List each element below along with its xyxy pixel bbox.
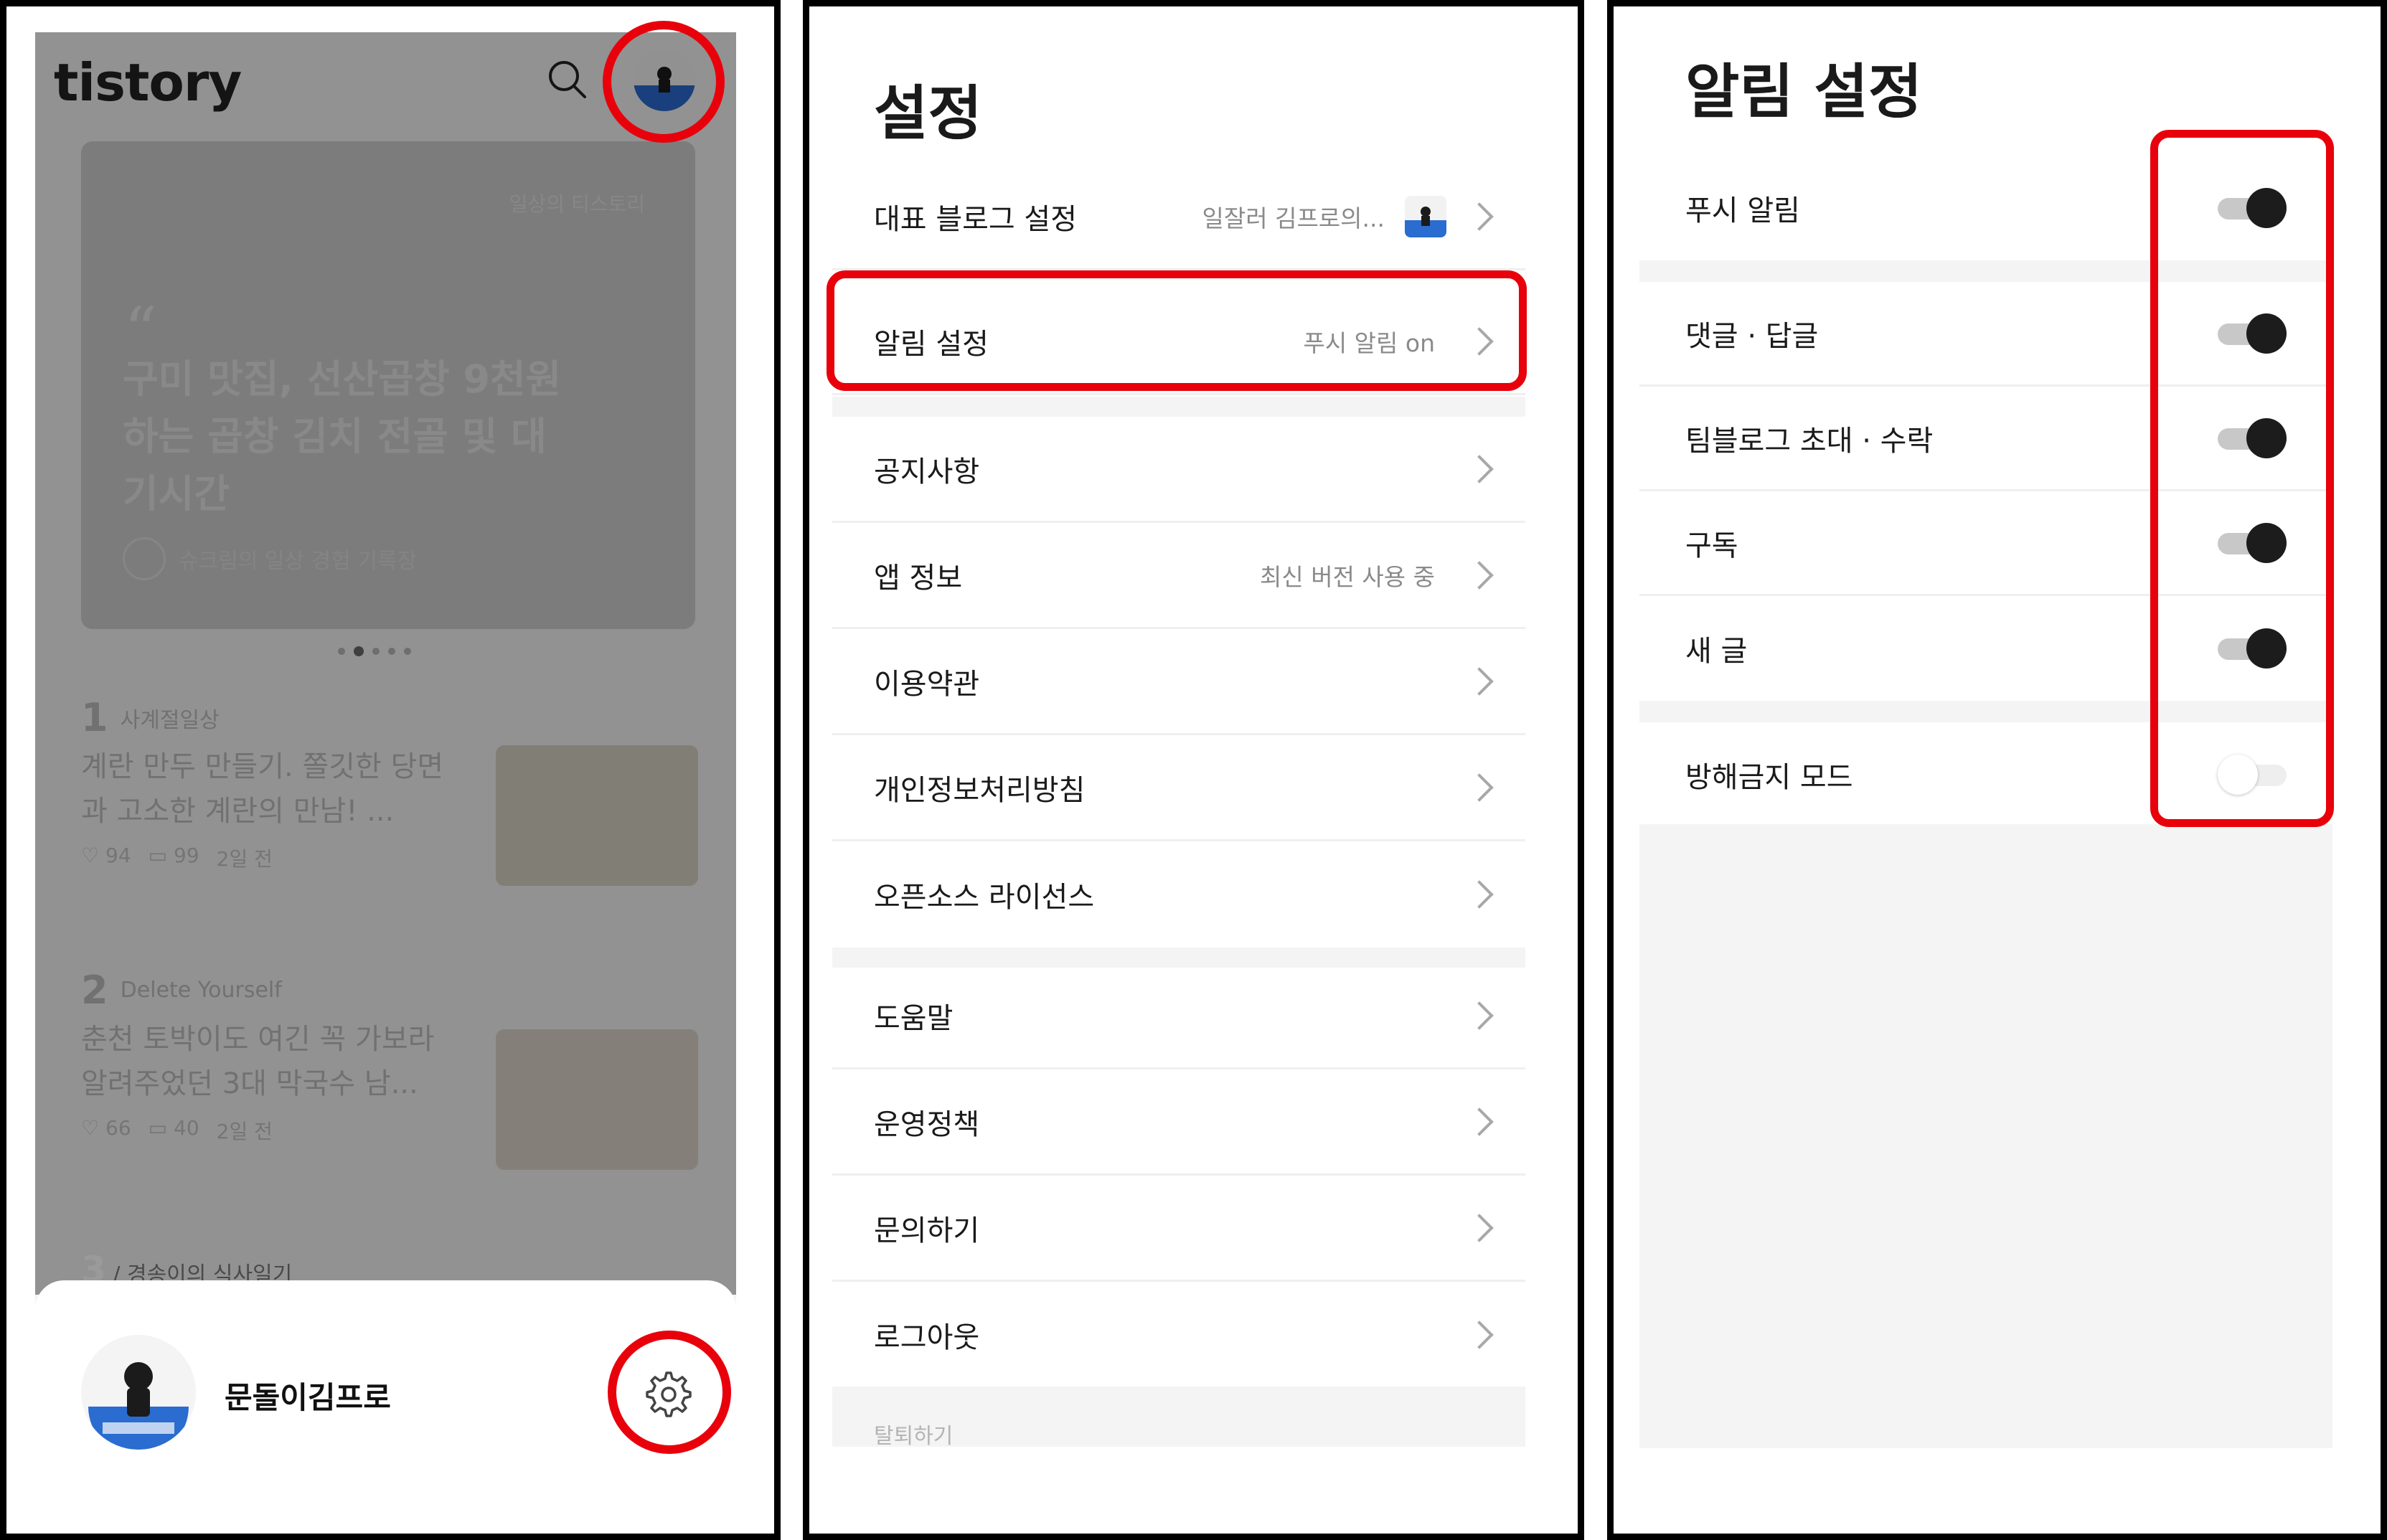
home-screen-panel: tistory 일상의 티스토리 “ 구미 맛집, 선산곱창 9천원하는 곱창 …	[0, 0, 781, 1540]
notification-settings-panel: 알림 설정 푸시 알림 댓글 · 답글 팀블로그 초대 · 수락 구독 새 글 …	[1607, 0, 2387, 1540]
settings-row-app-info[interactable]: 앱 정보 최신 버전 사용 중	[832, 523, 1525, 629]
settings-row-privacy[interactable]: 개인정보처리방침	[832, 735, 1525, 841]
row-label: 문의하기	[874, 1214, 980, 1247]
row-label: 대표 블로그 설정	[874, 202, 1078, 236]
toggle-label: 방해금지 모드	[1685, 761, 1853, 794]
page-title: 설정	[874, 80, 982, 148]
settings-row-terms[interactable]: 이용약관	[832, 629, 1525, 735]
settings-row-logout[interactable]: 로그아웃	[832, 1282, 1525, 1388]
settings-row-main-blog[interactable]: 대표 블로그 설정 일잘러 김프로의...	[832, 164, 1525, 270]
withdraw-link[interactable]: 탈퇴하기	[832, 1387, 1525, 1449]
toggle-label: 푸시 알림	[1685, 194, 1800, 227]
row-label: 로그아웃	[874, 1321, 980, 1354]
chevron-right-icon	[1465, 1107, 1494, 1136]
highlight-toggles-column	[2150, 130, 2334, 827]
row-value: 일잘러 김프로의...	[1202, 204, 1385, 232]
user-avatar[interactable]	[81, 1335, 196, 1450]
chevron-right-icon	[1465, 454, 1494, 483]
toggle-label: 구독	[1685, 529, 1738, 562]
empty-area	[1639, 824, 2332, 1448]
chevron-right-icon	[1465, 773, 1494, 802]
row-label: 이용약관	[874, 667, 980, 701]
row-label: 앱 정보	[874, 561, 963, 595]
withdraw-label: 탈퇴하기	[874, 1424, 954, 1449]
user-name: 문돌이김프로	[225, 1380, 391, 1415]
chevron-right-icon	[1465, 880, 1494, 909]
chevron-right-icon	[1465, 1001, 1494, 1030]
blog-avatar	[1405, 195, 1446, 237]
chevron-right-icon	[1465, 202, 1494, 231]
row-label: 오픈소스 라이선스	[874, 881, 1095, 914]
row-label: 운영정책	[874, 1107, 980, 1141]
row-label: 공지사항	[874, 455, 980, 488]
chevron-right-icon	[1465, 1321, 1494, 1349]
row-label: 도움말	[874, 1001, 954, 1035]
settings-row-contact[interactable]: 문의하기	[832, 1176, 1525, 1282]
avatar-image	[81, 1335, 196, 1450]
dim-overlay[interactable]	[35, 32, 736, 1295]
toggle-label: 팀블로그 초대 · 수락	[1685, 424, 1934, 458]
row-value: 최신 버전 사용 중	[1260, 562, 1435, 591]
row-label: 개인정보처리방침	[874, 773, 1086, 807]
highlight-avatar-circle	[603, 21, 725, 143]
highlight-notification-row	[827, 270, 1527, 391]
highlight-gear-circle	[608, 1331, 731, 1454]
settings-panel: 설정 대표 블로그 설정 일잘러 김프로의... 알림 설정 푸시 알림 on …	[803, 0, 1584, 1540]
chevron-right-icon	[1465, 666, 1494, 696]
chevron-right-icon	[1465, 1213, 1494, 1242]
settings-row-open-source[interactable]: 오픈소스 라이선스	[832, 841, 1525, 948]
section-divider	[832, 397, 1525, 417]
page-title: 알림 설정	[1685, 58, 1923, 126]
toggle-label: 댓글 · 답글	[1685, 319, 1819, 353]
settings-row-policy[interactable]: 운영정책	[832, 1069, 1525, 1176]
chevron-right-icon	[1465, 560, 1494, 590]
toggle-label: 새 글	[1685, 635, 1748, 668]
settings-row-notice[interactable]: 공지사항	[832, 417, 1525, 523]
settings-row-help[interactable]: 도움말	[832, 963, 1525, 1069]
